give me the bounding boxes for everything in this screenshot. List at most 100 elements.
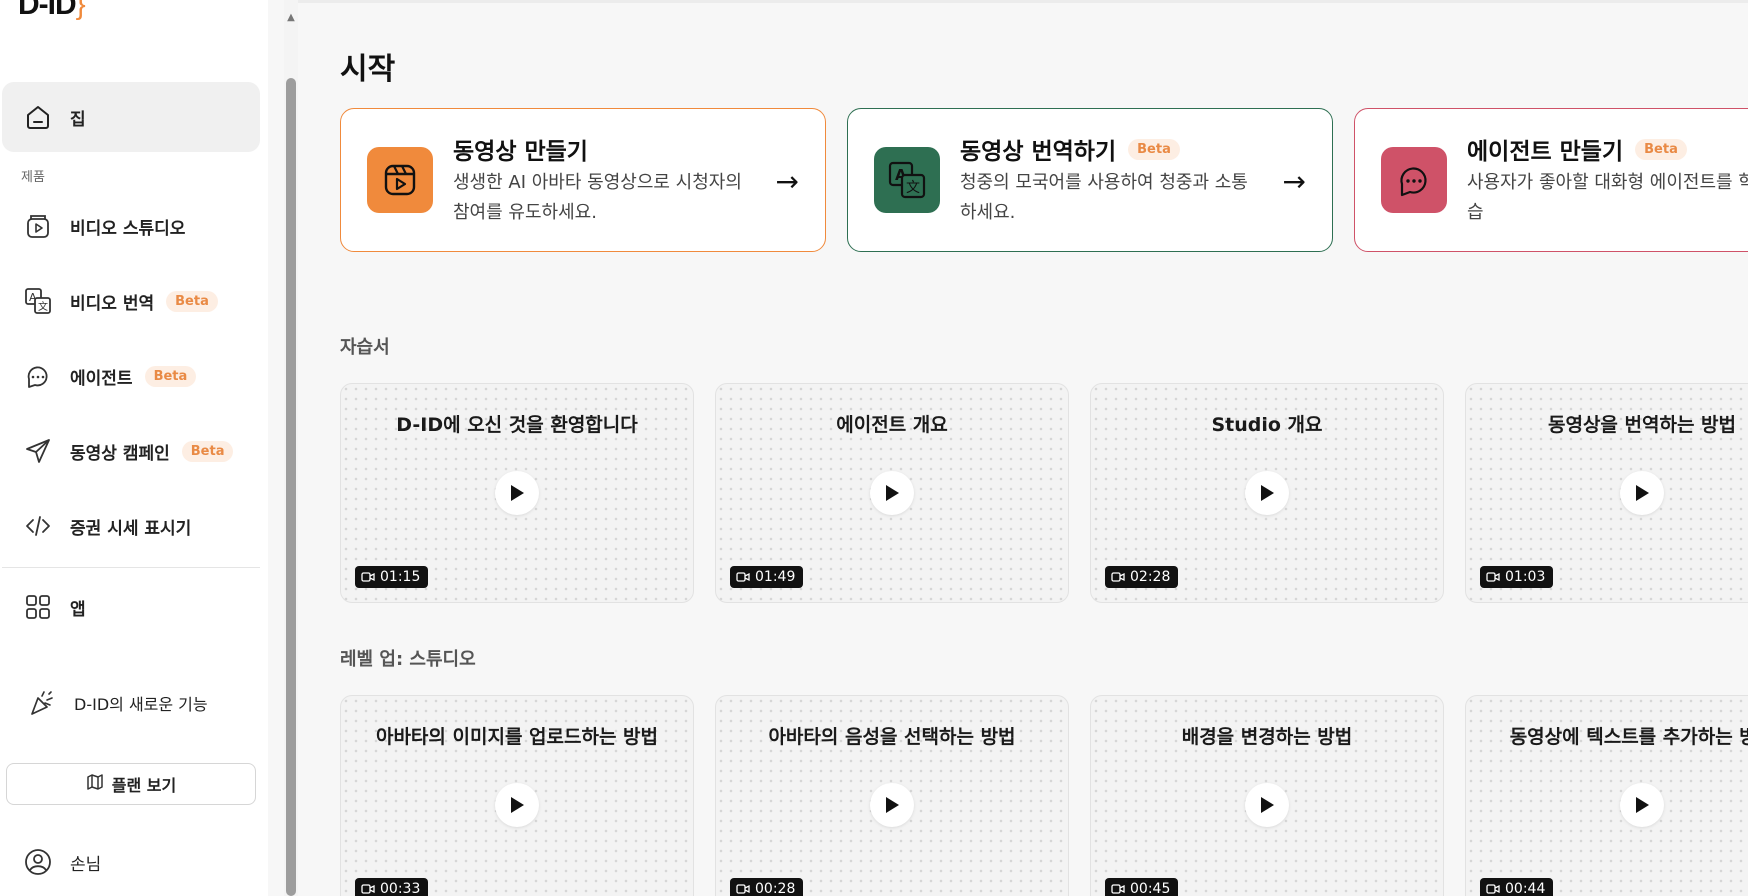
video-camera-icon bbox=[736, 572, 750, 582]
video-studio-icon bbox=[22, 210, 54, 242]
tutorial-title: Studio 개요 bbox=[1211, 414, 1323, 436]
sidebar-item-label: 손님 bbox=[70, 854, 102, 875]
sidebar-divider bbox=[2, 567, 260, 568]
send-icon bbox=[22, 435, 54, 467]
sidebar-item-label: 비디오 스튜디오 bbox=[70, 218, 186, 239]
action-title: 동영상 번역하기 bbox=[960, 139, 1117, 165]
tutorial-title: 아바타의 이미지를 업로드하는 방법 bbox=[375, 726, 659, 748]
duration-text: 00:28 bbox=[755, 881, 796, 896]
action-title: 에이전트 만들기 bbox=[1467, 139, 1624, 165]
duration-text: 00:33 bbox=[380, 881, 421, 896]
view-plans-button[interactable]: 플랜 보기 bbox=[6, 763, 256, 805]
sidebar-item-whats-new[interactable]: D-ID의 새로운 기능 bbox=[2, 668, 260, 738]
action-description: 사용자가 좋아할 대화형 에이전트를 학습 bbox=[1467, 172, 1748, 223]
arrow-right-icon: → bbox=[775, 165, 799, 198]
page-title: 시작 bbox=[340, 52, 396, 87]
action-description: 청중의 모국어를 사용하여 청중과 소통하세요. bbox=[960, 172, 1248, 223]
tutorial-card[interactable]: 아바타의 이미지를 업로드하는 방법 00:33 bbox=[340, 695, 694, 896]
logo-text: D-ID bbox=[18, 0, 77, 21]
action-title: 동영상 만들기 bbox=[453, 139, 588, 165]
main-content: 시작 동영상 만들기 생생한 AI 아바타 동영상으로 시청자의 참여를 유도하… bbox=[298, 0, 1748, 896]
sidebar: D-ID} 집 제품 비디오 스튜디오 A文 비디오 번역 Beta 에이전트 … bbox=[0, 0, 268, 896]
action-description: 생생한 AI 아바타 동영상으로 시청자의 참여를 유도하세요. bbox=[453, 172, 742, 223]
tutorial-card[interactable]: 동영상에 텍스트를 추가하는 방법 00:44 bbox=[1465, 695, 1748, 896]
apps-grid-icon bbox=[22, 591, 54, 623]
sidebar-item-label: 집 bbox=[70, 109, 86, 130]
sidebar-item-apps[interactable]: 앱 bbox=[2, 572, 260, 642]
duration-badge: 02:28 bbox=[1105, 566, 1179, 588]
play-icon[interactable] bbox=[495, 783, 539, 827]
video-reel-icon bbox=[367, 147, 433, 213]
tutorial-card[interactable]: 에이전트 개요 01:49 bbox=[715, 383, 1069, 603]
create-agent-card[interactable]: 에이전트 만들기 Beta 사용자가 좋아할 대화형 에이전트를 학습 bbox=[1354, 108, 1748, 252]
create-video-card[interactable]: 동영상 만들기 생생한 AI 아바타 동영상으로 시청자의 참여를 유도하세요.… bbox=[340, 108, 826, 252]
play-icon[interactable] bbox=[1245, 471, 1289, 515]
translate-video-card[interactable]: A文 동영상 번역하기 Beta 청중의 모국어를 사용하여 청중과 소통하세요.… bbox=[847, 108, 1333, 252]
sidebar-scrollbar[interactable]: ▲ bbox=[284, 0, 298, 896]
beta-badge: Beta bbox=[1128, 138, 1180, 160]
sidebar-item-label: 증권 시세 표시기 bbox=[70, 518, 192, 539]
duration-badge: 00:45 bbox=[1105, 878, 1179, 896]
d-id-logo[interactable]: D-ID} bbox=[18, 0, 86, 22]
sidebar-item-label: 앱 bbox=[70, 599, 86, 620]
duration-text: 00:44 bbox=[1505, 881, 1546, 896]
duration-text: 00:45 bbox=[1130, 881, 1171, 896]
sidebar-item-home[interactable]: 집 bbox=[2, 82, 260, 152]
user-avatar-icon bbox=[22, 846, 54, 878]
scroll-up-arrow-icon[interactable]: ▲ bbox=[284, 10, 298, 24]
tutorial-card[interactable]: 동영상을 번역하는 방법 01:03 bbox=[1465, 383, 1748, 603]
tutorial-card[interactable]: 아바타의 음성을 선택하는 방법 00:28 bbox=[715, 695, 1069, 896]
video-camera-icon bbox=[736, 884, 750, 894]
play-icon[interactable] bbox=[1620, 471, 1664, 515]
duration-text: 01:49 bbox=[755, 569, 796, 585]
video-camera-icon bbox=[361, 572, 375, 582]
sidebar-item-video-studio[interactable]: 비디오 스튜디오 bbox=[2, 191, 260, 261]
play-icon[interactable] bbox=[870, 783, 914, 827]
sidebar-item-user[interactable]: 손님 bbox=[2, 830, 260, 894]
tutorial-card[interactable]: D-ID에 오신 것을 환영합니다 01:15 bbox=[340, 383, 694, 603]
play-icon[interactable] bbox=[1245, 783, 1289, 827]
view-plans-label: 플랜 보기 bbox=[111, 776, 177, 795]
play-icon[interactable] bbox=[495, 471, 539, 515]
duration-badge: 00:28 bbox=[730, 878, 804, 896]
duration-badge: 01:15 bbox=[355, 566, 429, 588]
home-icon bbox=[22, 101, 54, 133]
section-label-products: 제품 bbox=[21, 170, 45, 185]
duration-text: 01:15 bbox=[380, 569, 421, 585]
tutorial-card[interactable]: 배경을 변경하는 방법 00:45 bbox=[1090, 695, 1444, 896]
tutorial-title: 동영상에 텍스트를 추가하는 방법 bbox=[1509, 726, 1748, 748]
tutorial-card[interactable]: Studio 개요 02:28 bbox=[1090, 383, 1444, 603]
video-camera-icon bbox=[1486, 884, 1500, 894]
sidebar-item-video-translate[interactable]: A文 비디오 번역 Beta bbox=[2, 266, 260, 336]
levelup-heading: 레벨 업: 스튜디오 bbox=[340, 649, 476, 670]
play-icon[interactable] bbox=[1620, 783, 1664, 827]
code-icon bbox=[22, 510, 54, 542]
duration-badge: 01:49 bbox=[730, 566, 804, 588]
beta-badge: Beta bbox=[144, 365, 197, 387]
play-icon[interactable] bbox=[870, 471, 914, 515]
sidebar-item-label: D-ID의 새로운 기능 bbox=[74, 695, 208, 714]
tutorial-title: 에이전트 개요 bbox=[836, 414, 948, 436]
arrow-right-icon: → bbox=[1282, 165, 1306, 198]
scrollbar-thumb[interactable] bbox=[286, 78, 296, 896]
duration-badge: 00:44 bbox=[1480, 878, 1554, 896]
beta-badge: Beta bbox=[166, 290, 218, 312]
video-camera-icon bbox=[1486, 572, 1500, 582]
chat-bubbles-icon bbox=[22, 360, 54, 392]
sidebar-item-label: 동영상 캠페인 bbox=[70, 443, 170, 464]
sidebar-item-stock-ticker[interactable]: 증권 시세 표시기 bbox=[2, 491, 260, 561]
tutorials-heading: 자습서 bbox=[340, 337, 390, 358]
sidebar-item-agents[interactable]: 에이전트 Beta bbox=[2, 341, 260, 411]
svg-text:文: 文 bbox=[38, 300, 48, 313]
sidebar-item-video-campaign[interactable]: 동영상 캠페인 Beta bbox=[2, 416, 260, 486]
sidebar-item-label: 비디오 번역 bbox=[70, 293, 155, 314]
duration-badge: 00:33 bbox=[355, 878, 429, 896]
sidebar-item-label: 에이전트 bbox=[70, 368, 133, 389]
translate-icon: A文 bbox=[22, 285, 54, 317]
tutorial-title: 배경을 변경하는 방법 bbox=[1181, 726, 1353, 748]
beta-badge: Beta bbox=[181, 440, 234, 462]
tutorial-title: 동영상을 번역하는 방법 bbox=[1547, 414, 1737, 436]
map-icon bbox=[86, 773, 112, 795]
duration-badge: 01:03 bbox=[1480, 566, 1554, 588]
tutorial-title: 아바타의 음성을 선택하는 방법 bbox=[768, 726, 1016, 748]
